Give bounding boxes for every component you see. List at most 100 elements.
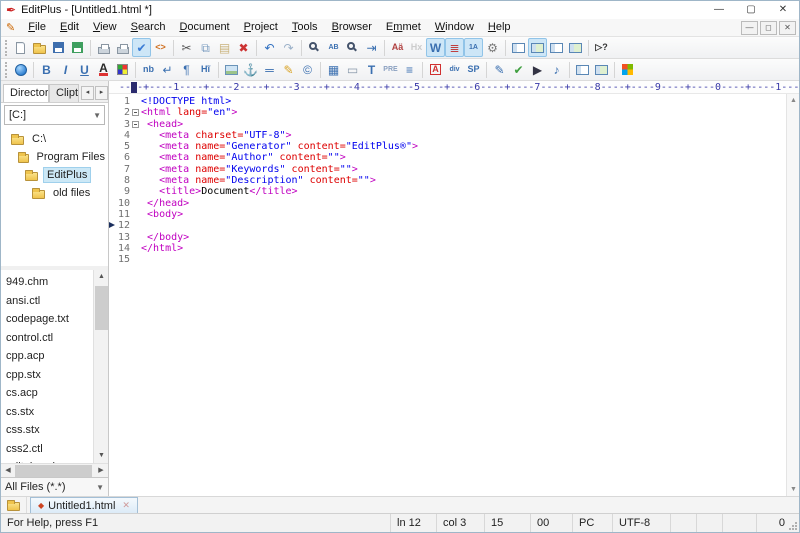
horizontal-rule-button[interactable]: ═ — [260, 60, 279, 79]
preformatted-button[interactable]: PRE — [381, 60, 400, 79]
copy-button[interactable]: ⧉ — [196, 38, 215, 57]
file-item-cs-acp[interactable]: cs.acp — [1, 384, 108, 403]
code-line-5[interactable]: 5 <meta name="Generator" content="EditPl… — [109, 141, 799, 152]
save-all-button[interactable] — [68, 38, 87, 57]
scroll-right-icon[interactable]: ▶ — [94, 464, 108, 478]
toolbar-grip[interactable] — [5, 62, 7, 78]
tree-item-program-files[interactable]: Program Files — [1, 148, 108, 166]
file-filter-select[interactable]: All Files (*.*) ▼ — [1, 477, 108, 496]
menu-search[interactable]: Search — [124, 19, 173, 36]
hex-viewer-button[interactable]: Hx — [407, 38, 426, 57]
line-break-button[interactable]: ↵ — [158, 60, 177, 79]
cut-button[interactable]: ✂ — [177, 38, 196, 57]
menu-document[interactable]: Document — [172, 19, 236, 36]
color-picker-button[interactable] — [113, 60, 132, 79]
file-item-cpp-stx[interactable]: cpp.stx — [1, 366, 108, 385]
edit-pencil-button[interactable]: ✎ — [279, 60, 298, 79]
menu-tools[interactable]: Tools — [285, 19, 325, 36]
print-button[interactable] — [113, 38, 132, 57]
div-tag-button[interactable]: div — [445, 60, 464, 79]
code-line-9[interactable]: 9 <title>Document</title> — [109, 186, 799, 197]
code-line-15[interactable]: 15 — [109, 254, 799, 265]
font-tag-button[interactable]: A — [426, 60, 445, 79]
code-line-8[interactable]: 8 <meta name="Description" content=""> — [109, 175, 799, 186]
file-list-hscrollbar[interactable]: ◀ ▶ — [1, 463, 108, 477]
document-tab-untitled1[interactable]: ◆ Untitled1.html ✕ — [30, 497, 138, 513]
code-line-6[interactable]: 6 <meta name="Author" content=""> — [109, 152, 799, 163]
minimize-button[interactable]: — — [703, 1, 735, 19]
print-preview-button[interactable] — [94, 38, 113, 57]
file-list-vscrollbar[interactable]: ▲ ▼ — [93, 270, 108, 463]
scroll-down-icon[interactable]: ▼ — [94, 449, 108, 463]
mdi-close-button[interactable]: ✕ — [779, 21, 796, 35]
tab-scroll-right-button[interactable]: ▸ — [95, 86, 108, 100]
fold-collapse-icon[interactable] — [132, 109, 139, 116]
checkbox-button[interactable]: ✔ — [509, 60, 528, 79]
bullet-list-button[interactable]: ≡ — [400, 60, 419, 79]
new-document-button[interactable] — [11, 38, 30, 57]
drive-select[interactable]: [C:] ▼ — [4, 105, 105, 125]
toolbar-grip[interactable] — [5, 40, 7, 56]
code-line-4[interactable]: 4 <meta charset="UTF-8"> — [109, 130, 799, 141]
code-line-7[interactable]: 7 <meta name="Keywords" content=""> — [109, 164, 799, 175]
open-file-button[interactable] — [30, 38, 49, 57]
close-button[interactable]: ✕ — [767, 1, 799, 19]
non-breaking-space-button[interactable]: nb — [139, 60, 158, 79]
indent-guide-button[interactable]: ≣ — [445, 38, 464, 57]
file-item-control-ctl[interactable]: control.ctl — [1, 329, 108, 348]
cliptext-window-button[interactable] — [573, 60, 592, 79]
file-item-css2-ctl[interactable]: css2.ctl — [1, 440, 108, 459]
color-syntax-button[interactable]: <> — [151, 38, 170, 57]
copyright-button[interactable]: © — [298, 60, 317, 79]
code-line-14[interactable]: 14</html> — [109, 243, 799, 254]
tab-cliptext[interactable]: Clipt — [49, 84, 79, 102]
resize-grip[interactable] — [788, 521, 797, 530]
menu-help[interactable]: Help — [481, 19, 518, 36]
paragraph-button[interactable]: ¶ — [177, 60, 196, 79]
tab-directory[interactable]: Directory — [3, 84, 49, 102]
go-to-line-button[interactable]: ⇥ — [362, 38, 381, 57]
script-tag-button[interactable]: ✎ — [490, 60, 509, 79]
mdi-minimize-button[interactable]: — — [741, 21, 758, 35]
scrollbar-thumb[interactable] — [95, 286, 108, 330]
audio-button[interactable]: ♪ — [547, 60, 566, 79]
line-numbers-button[interactable]: 1A — [464, 38, 483, 57]
mdi-restore-button[interactable]: ◻ — [760, 21, 777, 35]
code-line-10[interactable]: 10 </head> — [109, 198, 799, 209]
insert-image-button[interactable] — [222, 60, 241, 79]
redo-button[interactable]: ↷ — [279, 38, 298, 57]
directory-window-button[interactable] — [509, 38, 528, 57]
tree-item-old-files[interactable]: old files — [1, 184, 108, 202]
editor-vscrollbar[interactable]: ▲ ▼ — [786, 94, 799, 496]
tree-item-c[interactable]: C:\ — [1, 130, 108, 148]
delete-button[interactable]: ✖ — [234, 38, 253, 57]
maximize-button[interactable]: ▢ — [735, 1, 767, 19]
heading-button[interactable]: Hĩ — [196, 60, 215, 79]
view-in-browser-button[interactable] — [11, 60, 30, 79]
text-field-button[interactable]: ▭ — [343, 60, 362, 79]
italic-button[interactable]: I — [56, 60, 75, 79]
project-window-button[interactable] — [592, 60, 611, 79]
code-line-3[interactable]: 3 <head> — [109, 119, 799, 130]
tab-close-icon[interactable]: ✕ — [122, 500, 130, 511]
word-wrap-button[interactable]: W — [426, 38, 445, 57]
font-color-button[interactable]: A — [94, 60, 113, 79]
scrollbar-thumb[interactable] — [15, 465, 92, 477]
code-area[interactable]: 1<!DOCTYPE html>2<html lang="en">3 <head… — [109, 94, 799, 496]
tree-item-editplus[interactable]: EditPlus — [1, 166, 108, 184]
find-button[interactable] — [305, 38, 324, 57]
embed-object-button[interactable] — [618, 60, 637, 79]
preferences-button[interactable]: ⚙ — [483, 38, 502, 57]
save-button[interactable] — [49, 38, 68, 57]
menu-view[interactable]: View — [86, 19, 124, 36]
output-window-button[interactable] — [547, 38, 566, 57]
editor-pane[interactable]: ----+----1----+----2----+----3----+----4… — [109, 81, 799, 496]
tab-list-button[interactable] — [1, 497, 27, 513]
code-line-2[interactable]: 2<html lang="en"> — [109, 107, 799, 118]
undo-button[interactable]: ↶ — [260, 38, 279, 57]
code-line-11[interactable]: 11 <body> — [109, 209, 799, 220]
context-help-button[interactable]: ▷? — [592, 38, 611, 57]
file-item-cs-stx[interactable]: cs.stx — [1, 403, 108, 422]
menu-emmet[interactable]: Emmet — [379, 19, 428, 36]
tab-scroll-left-button[interactable]: ◂ — [81, 86, 94, 100]
